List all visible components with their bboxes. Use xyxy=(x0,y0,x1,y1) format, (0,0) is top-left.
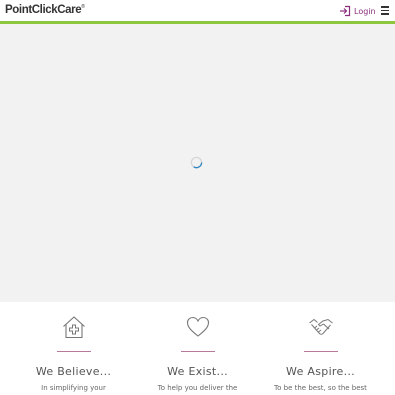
value-text: In simplifying your xyxy=(41,384,106,392)
pointclickcare-logo[interactable]: PointClickCare® xyxy=(5,4,85,16)
value-title: We Aspire... xyxy=(286,365,355,378)
value-aspire: We Aspire... To be the best, so the best xyxy=(255,302,386,395)
loading-spinner-icon xyxy=(190,156,203,169)
hamburger-menu-icon[interactable] xyxy=(381,6,390,15)
login-label: Login xyxy=(354,6,376,16)
value-title: We Believe... xyxy=(35,365,112,378)
login-arrow-icon xyxy=(340,5,351,17)
logo-text: PointClickCare xyxy=(5,4,82,16)
heart-icon xyxy=(185,314,211,340)
site-header: PointClickCare® Login xyxy=(0,0,395,24)
value-divider xyxy=(303,351,338,352)
value-believe: We Believe... In simplifying your xyxy=(8,302,139,395)
menu-bar-bottom xyxy=(381,13,389,15)
handshake-icon xyxy=(308,314,334,340)
value-text: To help you deliver the xyxy=(157,384,238,392)
house-plus-icon xyxy=(61,314,87,340)
logo-registered-mark: ® xyxy=(81,4,85,11)
hero-area xyxy=(0,24,395,302)
value-divider xyxy=(180,351,215,352)
value-title: We Exist... xyxy=(167,365,228,378)
value-divider xyxy=(56,351,91,352)
values-section: We Believe... In simplifying your We Exi… xyxy=(0,302,395,395)
menu-bar-top xyxy=(381,6,389,8)
value-text: To be the best, so the best xyxy=(274,384,367,392)
value-exist: We Exist... To help you deliver the xyxy=(132,302,263,395)
menu-bar-middle xyxy=(381,9,389,11)
login-link[interactable]: Login xyxy=(339,5,376,17)
